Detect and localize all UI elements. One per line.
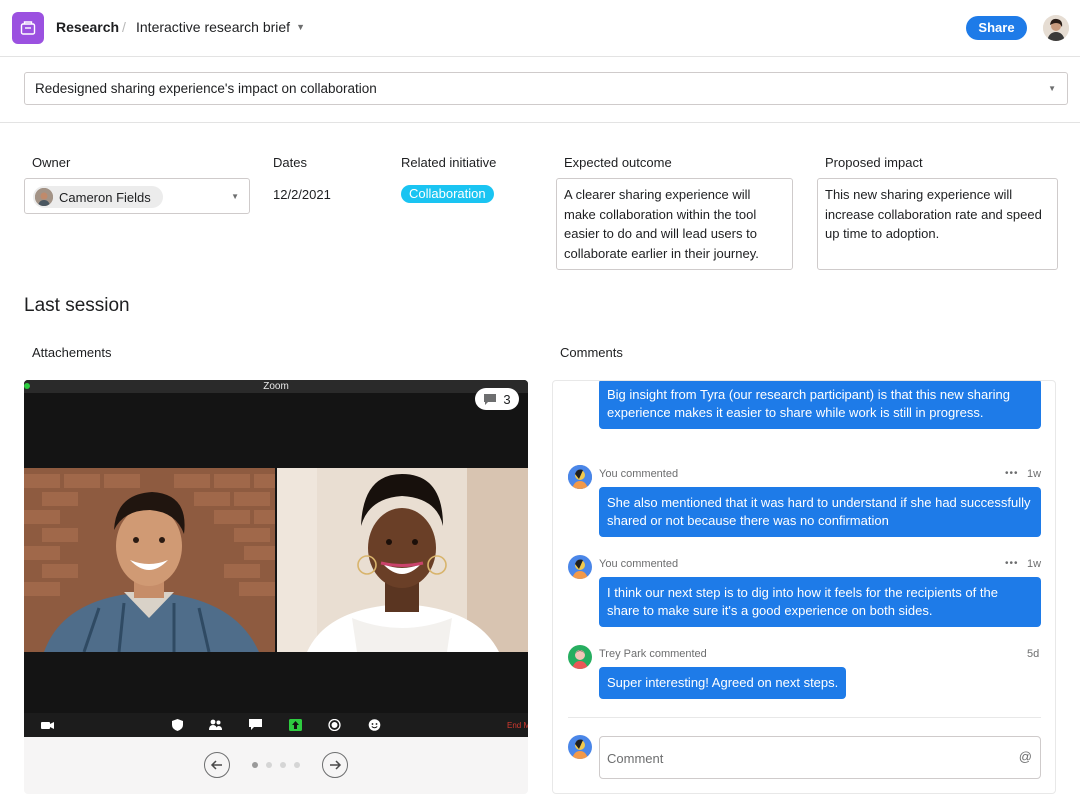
attachment-comment-count[interactable]: 3 xyxy=(475,388,519,410)
owner-name: Cameron Fields xyxy=(59,189,151,205)
next-button[interactable] xyxy=(322,752,348,778)
comment-author: Trey Park commented xyxy=(599,648,707,660)
comment-input[interactable] xyxy=(607,748,1007,768)
owner-avatar xyxy=(35,188,53,206)
comment-bubble: She also mentioned that it was hard to u… xyxy=(599,487,1041,537)
expected-outcome-field[interactable]: A clearer sharing experience will make c… xyxy=(556,178,793,270)
end-meeting-button[interactable]: End M xyxy=(507,721,528,730)
participant-video-left xyxy=(24,468,275,652)
window-control-icon xyxy=(24,383,30,389)
owner-chip[interactable]: Cameron Fields xyxy=(33,186,163,208)
commenter-avatar xyxy=(568,645,592,669)
comments-panel: Big insight from Tyra (our research part… xyxy=(552,380,1056,794)
zoom-toolbar: End M xyxy=(24,713,528,737)
comment-composer[interactable]: @ xyxy=(599,736,1041,779)
comment-time: 1w xyxy=(1027,558,1042,570)
attachment-carousel: Zoom 3 End M xyxy=(24,380,528,794)
caret-down-icon: ▼ xyxy=(1048,84,1056,93)
page-dot[interactable] xyxy=(252,762,258,768)
owner-select[interactable]: Cameron Fields ▼ xyxy=(24,178,250,214)
mention-icon[interactable]: @ xyxy=(1019,749,1032,764)
breadcrumb-separator: / xyxy=(122,19,126,35)
comment-time: 5d xyxy=(1027,648,1040,660)
dates-value[interactable]: 12/2/2021 xyxy=(273,187,331,202)
comment-author: You commented xyxy=(599,468,679,480)
proposed-impact-field[interactable]: This new sharing experience will increas… xyxy=(817,178,1058,270)
divider xyxy=(0,122,1080,123)
caret-down-icon: ▼ xyxy=(231,192,239,201)
project-icon[interactable] xyxy=(12,12,44,44)
page-dot[interactable] xyxy=(280,762,286,768)
attachments-label: Attachements xyxy=(32,345,112,360)
comment-icon xyxy=(484,393,497,405)
brief-title: Redesigned sharing experience's impact o… xyxy=(35,81,377,96)
video-camera-icon[interactable] xyxy=(41,719,54,731)
record-icon[interactable] xyxy=(328,719,341,731)
more-options-icon[interactable]: ••• xyxy=(1005,558,1019,569)
page-dot[interactable] xyxy=(266,762,272,768)
commenter-avatar xyxy=(568,555,592,579)
previous-button[interactable] xyxy=(204,752,230,778)
section-title: Last session xyxy=(24,295,130,316)
owner-label: Owner xyxy=(32,155,71,170)
divider xyxy=(568,717,1041,718)
comments-label: Comments xyxy=(560,345,623,360)
comment-count: 3 xyxy=(503,391,511,407)
share-button[interactable]: Share xyxy=(966,16,1027,40)
caret-down-icon: ▼ xyxy=(296,22,305,32)
comment-bubble: Super interesting! Agreed on next steps. xyxy=(599,667,847,699)
participant-video-right xyxy=(277,468,528,652)
user-avatar[interactable] xyxy=(1043,15,1069,41)
comment-time: 1w xyxy=(1027,468,1042,480)
page-title-dropdown[interactable]: Interactive research brief ▼ xyxy=(136,19,305,35)
proposed-impact-label: Proposed impact xyxy=(825,155,923,170)
brief-title-select[interactable]: Redesigned sharing experience's impact o… xyxy=(24,72,1068,105)
reactions-icon[interactable] xyxy=(368,719,381,731)
comment-bubble: I think our next step is to dig into how… xyxy=(599,577,1041,627)
chat-icon[interactable] xyxy=(249,719,262,731)
comment-bubble: Big insight from Tyra (our research part… xyxy=(599,381,1041,429)
commenter-avatar xyxy=(568,465,592,489)
participants-icon[interactable] xyxy=(209,719,222,731)
arrow-left-icon xyxy=(210,760,222,770)
comment-author: You commented xyxy=(599,558,679,570)
breadcrumb-research[interactable]: Research xyxy=(56,19,119,35)
zoom-title: Zoom xyxy=(263,381,289,392)
dates-label: Dates xyxy=(273,155,307,170)
initiative-tag[interactable]: Collaboration xyxy=(401,185,494,203)
page-dot[interactable] xyxy=(294,762,300,768)
share-screen-icon[interactable] xyxy=(289,719,302,731)
zoom-titlebar: Zoom xyxy=(24,380,528,393)
current-user-avatar xyxy=(568,735,592,759)
expected-outcome-label: Expected outcome xyxy=(564,155,672,170)
top-bar: Research / Interactive research brief ▼ … xyxy=(0,0,1080,57)
attachment-image[interactable]: Zoom 3 End M xyxy=(24,380,528,737)
page-title: Interactive research brief xyxy=(136,19,291,35)
more-options-icon[interactable]: ••• xyxy=(1005,468,1019,479)
initiative-label: Related initiative xyxy=(401,155,497,170)
arrow-right-icon xyxy=(330,760,342,770)
security-shield-icon[interactable] xyxy=(171,719,184,731)
